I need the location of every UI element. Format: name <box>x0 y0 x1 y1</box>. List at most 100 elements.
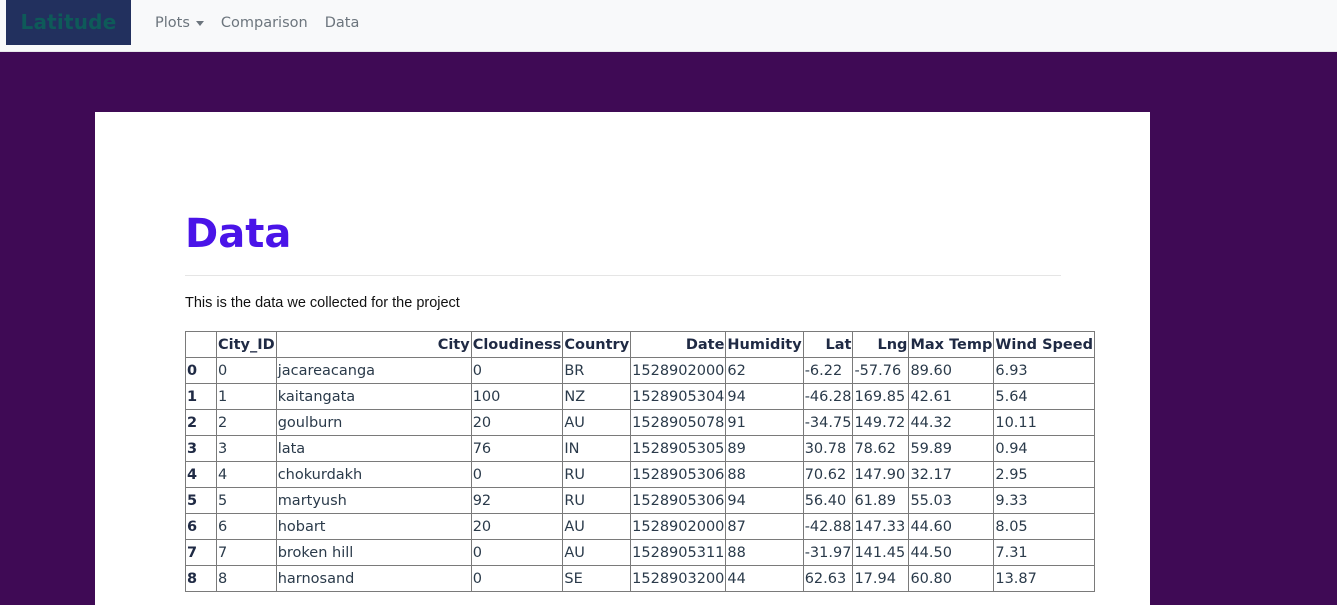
cell-city: lata <box>275 435 472 462</box>
cell-cloudiness: 0 <box>470 461 564 488</box>
cell-lat: 56.40 <box>802 487 854 514</box>
cell-lng: 78.62 <box>852 435 910 462</box>
row-index: 1 <box>185 383 217 410</box>
cell-max-temp: 59.89 <box>908 435 995 462</box>
table-row: 4 4 chokurdakh 0 RU 1528905306 88 70.62 … <box>185 461 1095 488</box>
index-header <box>185 331 217 358</box>
cell-country: AU <box>562 539 632 566</box>
row-index: 2 <box>185 409 217 436</box>
cell-city: martyush <box>275 487 472 514</box>
cell-lng: 141.45 <box>852 539 910 566</box>
nav-plots-label: Plots <box>155 14 190 31</box>
cell-city-id: 1 <box>216 383 277 410</box>
cell-lng: -57.76 <box>852 357 910 384</box>
cell-city-id: 5 <box>216 487 277 514</box>
cell-date: 1528902000 <box>630 357 727 384</box>
cell-city: goulburn <box>275 409 472 436</box>
cell-max-temp: 44.60 <box>908 513 995 540</box>
table-header-row: City_ID City Cloudiness Country Date Hum… <box>185 331 1095 358</box>
table-row: 1 1 kaitangata 100 NZ 1528905304 94 -46.… <box>185 383 1095 410</box>
row-index: 6 <box>185 513 217 540</box>
cell-wind-speed: 5.64 <box>993 383 1095 410</box>
cell-city: chokurdakh <box>275 461 472 488</box>
cell-city-id: 0 <box>216 357 277 384</box>
cell-max-temp: 44.50 <box>908 539 995 566</box>
column-header-wind-speed: Wind Speed <box>993 331 1095 358</box>
brand-link[interactable]: Latitude <box>6 0 131 45</box>
table-row: 5 5 martyush 92 RU 1528905306 94 56.40 6… <box>185 487 1095 514</box>
cell-lat: 30.78 <box>802 435 854 462</box>
cell-wind-speed: 13.87 <box>993 565 1095 592</box>
row-index: 5 <box>185 487 217 514</box>
column-header-lat: Lat <box>802 331 854 358</box>
cell-max-temp: 42.61 <box>908 383 995 410</box>
cell-date: 1528905306 <box>630 487 727 514</box>
cell-cloudiness: 76 <box>470 435 564 462</box>
cell-date: 1528905078 <box>630 409 727 436</box>
table-row: 8 8 harnosand 0 SE 1528903200 44 62.63 1… <box>185 565 1095 592</box>
cell-lat: -6.22 <box>802 357 854 384</box>
cell-lng: 147.33 <box>852 513 910 540</box>
column-header-date: Date <box>630 331 727 358</box>
cell-lat: -42.88 <box>802 513 854 540</box>
table-row: 6 6 hobart 20 AU 1528902000 87 -42.88 14… <box>185 513 1095 540</box>
title-divider <box>185 275 1061 276</box>
cell-cloudiness: 100 <box>470 383 564 410</box>
cell-humidity: 91 <box>725 409 804 436</box>
cell-humidity: 87 <box>725 513 804 540</box>
cell-humidity: 88 <box>725 461 804 488</box>
column-header-lng: Lng <box>852 331 910 358</box>
cell-wind-speed: 0.94 <box>993 435 1095 462</box>
cell-country: SE <box>562 565 632 592</box>
row-index: 8 <box>185 565 217 592</box>
page-title: Data <box>185 211 292 257</box>
cell-max-temp: 32.17 <box>908 461 995 488</box>
cell-wind-speed: 2.95 <box>993 461 1095 488</box>
intro-text: This is the data we collected for the pr… <box>185 295 460 311</box>
cell-date: 1528902000 <box>630 513 727 540</box>
cell-country: AU <box>562 409 632 436</box>
nav-plots-dropdown[interactable]: Plots <box>155 15 204 31</box>
cell-wind-speed: 6.93 <box>993 357 1095 384</box>
row-index: 4 <box>185 461 217 488</box>
cell-date: 1528905304 <box>630 383 727 410</box>
cell-max-temp: 60.80 <box>908 565 995 592</box>
cell-humidity: 94 <box>725 487 804 514</box>
cell-date: 1528903200 <box>630 565 727 592</box>
cell-city: jacareacanga <box>275 357 472 384</box>
cell-lng: 149.72 <box>852 409 910 436</box>
column-header-city: City <box>275 331 472 358</box>
cell-city-id: 3 <box>216 435 277 462</box>
cell-city-id: 8 <box>216 565 277 592</box>
cell-date: 1528905306 <box>630 461 727 488</box>
column-header-country: Country <box>562 331 632 358</box>
cell-country: AU <box>562 513 632 540</box>
cell-lat: -46.28 <box>802 383 854 410</box>
cell-max-temp: 44.32 <box>908 409 995 436</box>
cell-humidity: 89 <box>725 435 804 462</box>
cell-city-id: 4 <box>216 461 277 488</box>
nav-data-link[interactable]: Data <box>325 15 360 31</box>
cell-lng: 147.90 <box>852 461 910 488</box>
cell-lat: 62.63 <box>802 565 854 592</box>
cell-city-id: 2 <box>216 409 277 436</box>
cell-city: broken hill <box>275 539 472 566</box>
cell-lng: 17.94 <box>852 565 910 592</box>
column-header-cloudiness: Cloudiness <box>470 331 564 358</box>
cell-city: harnosand <box>275 565 472 592</box>
nav-comparison-link[interactable]: Comparison <box>221 15 308 31</box>
caret-down-icon <box>195 21 204 26</box>
table-row: 7 7 broken hill 0 AU 1528905311 88 -31.9… <box>185 539 1095 566</box>
cell-country: RU <box>562 461 632 488</box>
cell-humidity: 94 <box>725 383 804 410</box>
cell-cloudiness: 92 <box>470 487 564 514</box>
cell-cloudiness: 0 <box>470 565 564 592</box>
cell-wind-speed: 8.05 <box>993 513 1095 540</box>
column-header-max-temp: Max Temp <box>908 331 995 358</box>
cell-humidity: 62 <box>725 357 804 384</box>
cell-cloudiness: 20 <box>470 409 564 436</box>
column-header-humidity: Humidity <box>725 331 804 358</box>
row-index: 7 <box>185 539 217 566</box>
cell-lat: -31.97 <box>802 539 854 566</box>
cell-max-temp: 89.60 <box>908 357 995 384</box>
